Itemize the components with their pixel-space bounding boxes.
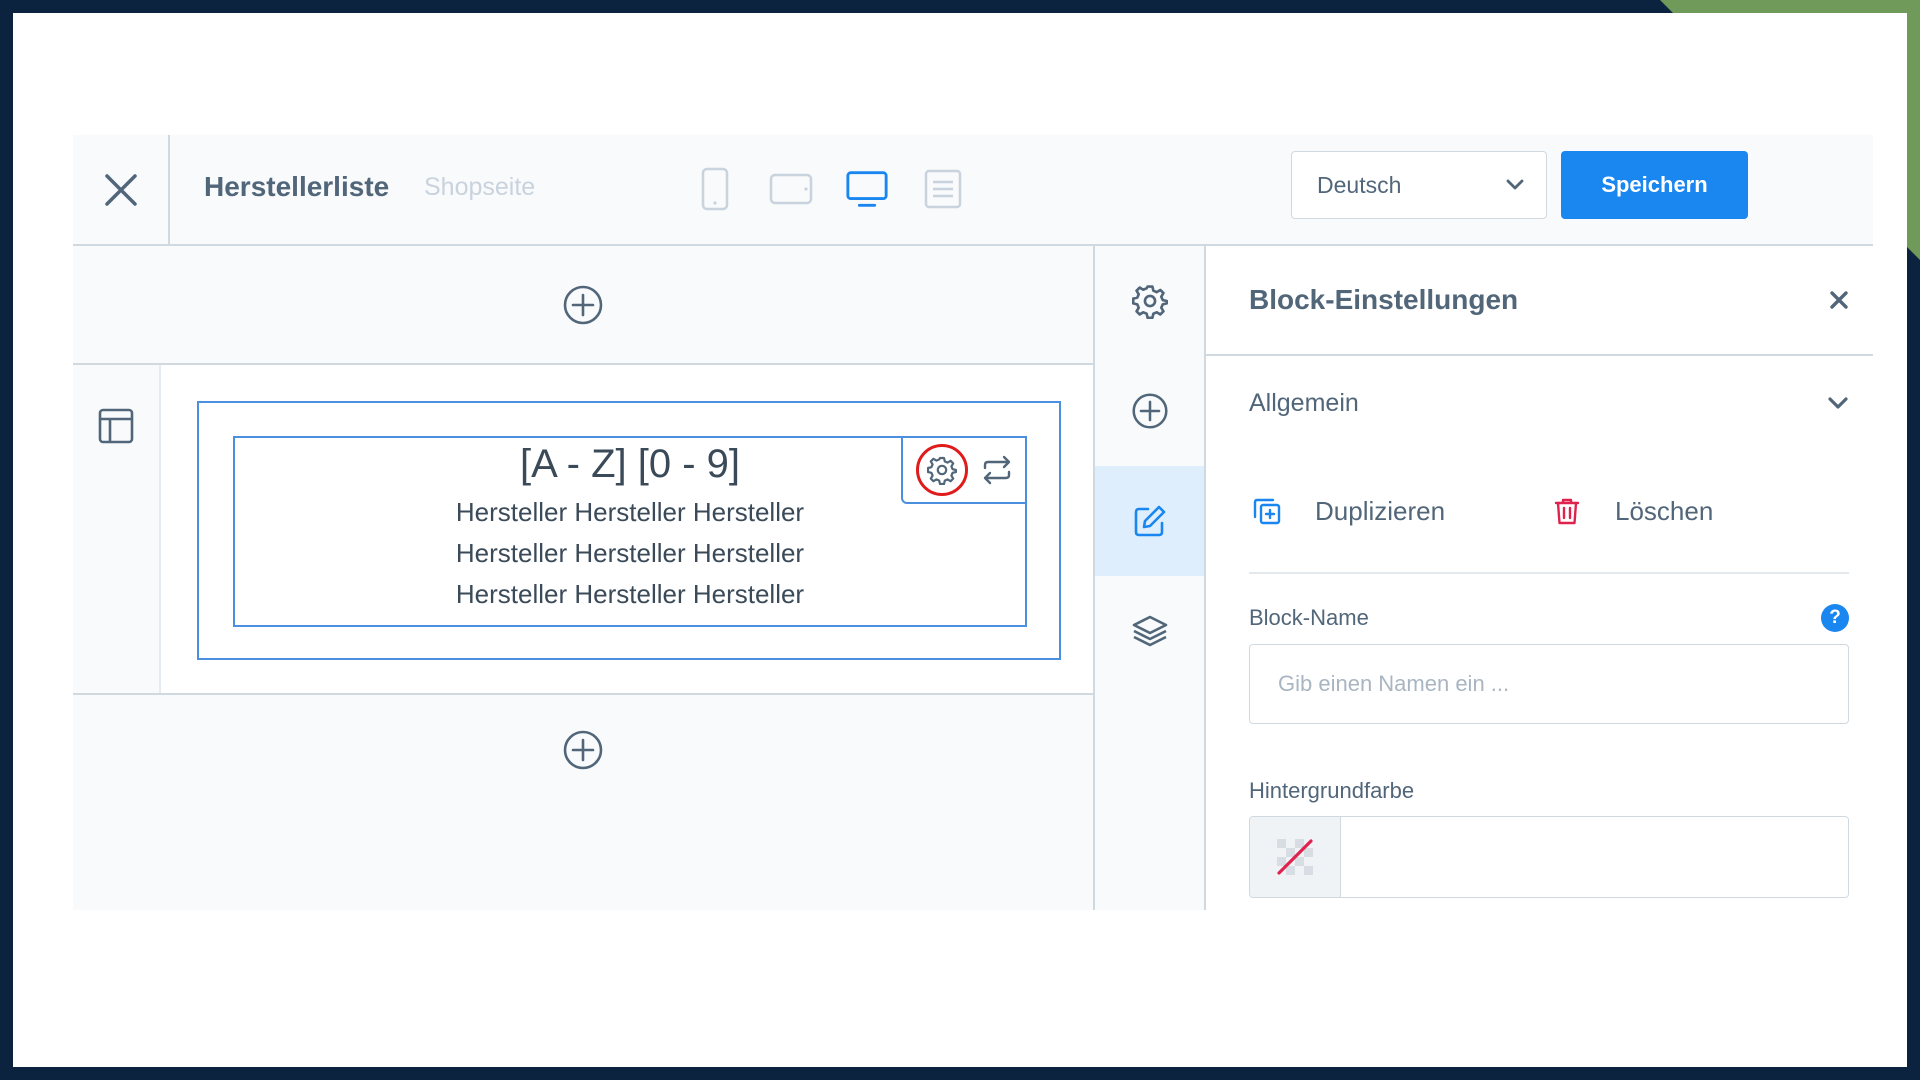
gear-icon [926,456,957,485]
background-color-label: Hintergrundfarbe [1249,778,1415,803]
top-bar: Herstellerliste Shopseite Deutsch Speich… [73,135,1873,246]
block-line: Hersteller Hersteller Hersteller [455,538,805,568]
sidebar-item-block-settings[interactable] [1095,466,1204,576]
language-value: Deutsch [1317,171,1402,198]
add-section-bottom [73,695,1093,805]
section-row: [A - Z] [0 - 9] Hersteller Hersteller He… [73,365,1093,695]
delete-label: Löschen [1615,495,1714,526]
edit-icon [1134,505,1165,537]
close-editor-button[interactable] [73,135,170,244]
page-type-label: Shopseite [424,173,536,201]
slide: Herstellerliste Shopseite Deutsch Speich… [13,13,1907,1067]
accordion-label: Allgemein [1249,388,1359,417]
trash-icon [1554,498,1580,525]
add-section-icon[interactable] [562,729,604,771]
block-name-label: Block-Name [1249,605,1369,630]
panel-title: Block-Einstellungen [1249,284,1519,315]
sidebar-item-layers[interactable] [1095,576,1204,686]
background-color-picker [1249,816,1849,898]
delete-button[interactable]: Löschen [1549,496,1713,527]
block-name-input[interactable] [1249,644,1849,724]
layers-icon [1132,615,1167,647]
tablet-icon[interactable] [769,163,813,215]
sidebar-item-add-blocks[interactable] [1095,356,1204,466]
block-toolbar [901,436,1027,504]
background-color-input[interactable] [1341,817,1848,897]
block-settings-panel: Block-Einstellungen Allgemein Dupliziere… [1206,246,1873,910]
plus-circle-icon [1131,393,1168,429]
section-sidebar [73,365,161,693]
gear-icon [1131,285,1168,319]
sidebar-item-settings[interactable] [1095,246,1204,356]
help-icon[interactable]: ? [1821,604,1849,632]
duplicate-label: Duplizieren [1315,495,1446,526]
duplicate-icon [1253,498,1281,525]
block-actions: Duplizieren Löschen [1249,450,1849,574]
section-content: [A - Z] [0 - 9] Hersteller Hersteller He… [161,365,1093,693]
mobile-icon[interactable] [693,163,737,215]
desktop-icon[interactable] [845,163,889,215]
section-frame[interactable]: [A - Z] [0 - 9] Hersteller Hersteller He… [197,401,1061,660]
color-swatch[interactable] [1250,817,1341,897]
page-title: Herstellerliste [204,171,390,202]
page-canvas: [A - Z] [0 - 9] Hersteller Hersteller He… [73,246,1095,910]
shopping-experience-editor: Herstellerliste Shopseite Deutsch Speich… [73,135,1873,910]
close-panel-icon[interactable] [1829,290,1849,310]
save-button[interactable]: Speichern [1561,151,1748,219]
close-icon [104,173,137,206]
duplicate-button[interactable]: Duplizieren [1249,496,1549,527]
add-section-top [73,246,1093,365]
chevron-down-icon [1506,179,1524,190]
add-section-icon[interactable] [562,284,604,326]
accordion-general[interactable]: Allgemein [1206,356,1873,450]
chevron-down-icon [1828,397,1848,409]
device-switcher [693,163,965,215]
panel-header: Block-Einstellungen [1206,246,1873,356]
sidebar-nav [1095,246,1206,910]
section-layout-icon[interactable] [97,407,135,445]
manufacturer-list-block[interactable]: [A - Z] [0 - 9] Hersteller Hersteller He… [233,436,1027,627]
language-select[interactable]: Deutsch [1291,151,1547,219]
block-settings-button[interactable] [915,444,968,496]
no-color-icon [1277,839,1313,875]
list-view-icon[interactable] [921,163,965,215]
block-name-label-row: Block-Name ? [1249,604,1849,632]
swap-block-icon[interactable] [981,455,1013,485]
block-line: Hersteller Hersteller Hersteller [455,579,805,609]
background-color-label-row: Hintergrundfarbe [1249,778,1849,804]
